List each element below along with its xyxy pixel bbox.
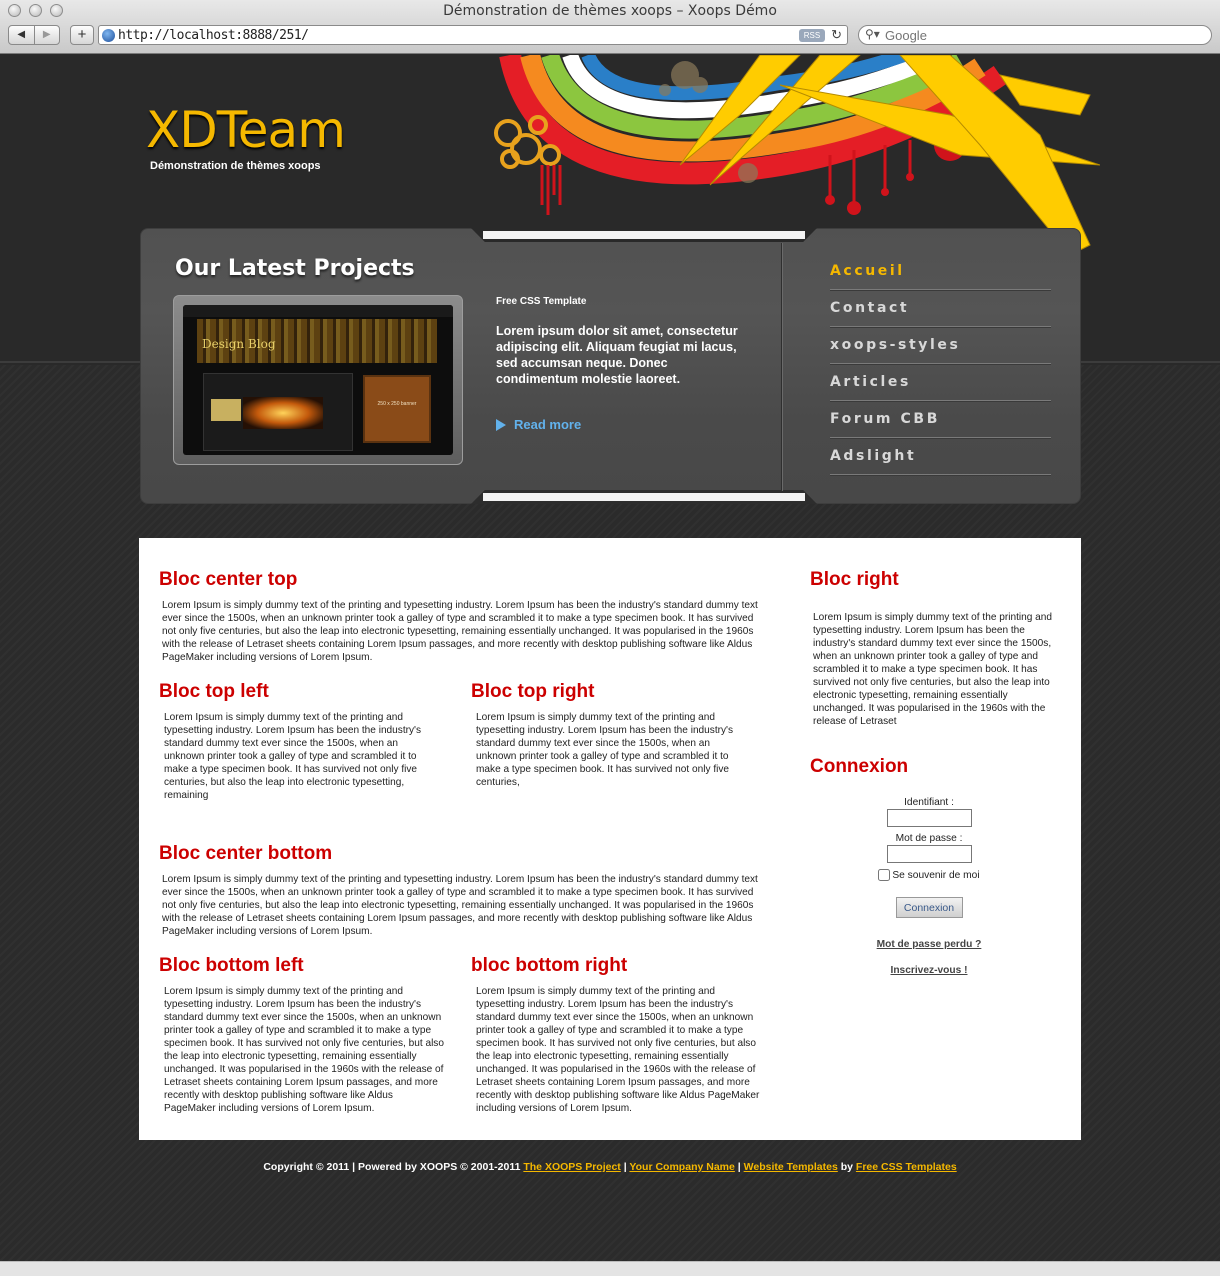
featured-title: Our Latest Projects [175, 256, 415, 281]
username-field[interactable] [886, 809, 972, 827]
thumbnail-caption: Design Blog [202, 337, 276, 351]
featured-kicker: Free CSS Template [496, 296, 587, 307]
block-title: Bloc center top [159, 569, 298, 590]
add-bookmark-button[interactable]: + [70, 25, 94, 45]
thumbnail-banner-label: 250 x 250 banner [377, 401, 417, 407]
block-text: Lorem Ipsum is simply dummy text of the … [476, 712, 734, 788]
block-text: Lorem Ipsum is simply dummy text of the … [162, 600, 758, 663]
read-more-link[interactable]: Read more [496, 417, 581, 432]
password-label: Mot de passe : [895, 833, 963, 844]
menu-item-accueil[interactable]: Accueil [830, 253, 1051, 291]
remember-me[interactable]: Se souvenir de moi [839, 869, 1019, 881]
block-text: Lorem Ipsum is simply dummy text of the … [164, 712, 422, 801]
site-logo[interactable]: XDTeam [146, 101, 346, 159]
search-input[interactable] [885, 27, 1185, 43]
footer-link-xoops-project[interactable]: The XOOPS Project [523, 1161, 620, 1173]
remember-me-label: Se souvenir de moi [892, 870, 980, 881]
block-title: bloc bottom right [471, 955, 628, 976]
main-content: Bloc center top Lorem Ipsum is simply du… [139, 538, 1081, 1140]
menu-link[interactable]: Articles [830, 364, 1051, 390]
browser-toolbar: ◀ ▶ + http://localhost:8888/251/ RSS ↻ ⚲… [0, 23, 1220, 53]
globe-icon [102, 29, 115, 42]
featured-divider [781, 243, 782, 491]
block-title: Bloc top right [471, 681, 595, 702]
address-bar[interactable]: http://localhost:8888/251/ RSS ↻ [98, 25, 848, 45]
search-bar[interactable]: ⚲▾ [858, 25, 1212, 45]
menu-item-articles[interactable]: Articles [830, 364, 1051, 402]
menu-item-xoops-styles[interactable]: xoops-styles [830, 327, 1051, 365]
footer-copyright: Copyright © 2011 | Powered by XOOPS © 20… [263, 1161, 521, 1173]
rss-button[interactable]: RSS [799, 29, 825, 42]
block-text: Lorem Ipsum is simply dummy text of the … [164, 986, 444, 1114]
project-thumbnail-frame[interactable]: Design Blog 250 x 250 banner [173, 295, 463, 465]
featured-box: Our Latest Projects Design Blog 250 x 25… [140, 228, 1081, 504]
featured-notch-bottom [471, 490, 817, 504]
thumbnail-mini-image [211, 399, 241, 421]
login-button[interactable]: Connexion [895, 897, 963, 918]
site-slogan: Démonstration de thèmes xoops [150, 160, 321, 172]
footer-separator: | [623, 1161, 627, 1173]
menu-link[interactable]: Forum CBB [830, 401, 1051, 427]
play-arrow-icon [496, 419, 506, 431]
thumbnail-image [243, 397, 323, 429]
featured-text: Lorem ipsum dolor sit amet, consectetur … [496, 324, 738, 386]
password-field[interactable] [886, 845, 972, 863]
horizontal-scrollbar[interactable] [0, 1261, 1220, 1276]
forward-button[interactable]: ▶ [33, 26, 60, 44]
browser-chrome: Démonstration de thèmes xoops – Xoops Dé… [0, 0, 1220, 54]
footer-link-free-css[interactable]: Free CSS Templates [856, 1161, 957, 1173]
project-thumbnail[interactable]: Design Blog 250 x 250 banner [183, 305, 453, 455]
footer-separator: | [737, 1161, 741, 1173]
menu-link[interactable]: xoops-styles [830, 327, 1051, 353]
menu-link[interactable]: Adslight [830, 438, 1051, 464]
read-more-label: Read more [514, 417, 582, 432]
block-title: Bloc center bottom [159, 843, 333, 864]
url-text[interactable]: http://localhost:8888/251/ [118, 28, 309, 43]
block-text: Lorem Ipsum is simply dummy text of the … [813, 612, 1052, 727]
block-text: Lorem Ipsum is simply dummy text of the … [476, 986, 760, 1114]
menu-item-forum-cbb[interactable]: Forum CBB [830, 401, 1051, 439]
footer: Copyright © 2011 | Powered by XOOPS © 20… [0, 1161, 1220, 1173]
menu-link[interactable]: Contact [830, 290, 1051, 316]
block-title: Bloc bottom left [159, 955, 304, 976]
block-title: Bloc right [810, 569, 899, 590]
register-link[interactable]: Inscrivez-vous ! [839, 965, 1019, 976]
main-menu: Accueil Contact xoops-styles Articles Fo… [830, 253, 1051, 476]
window-titlebar: Démonstration de thèmes xoops – Xoops Dé… [0, 0, 1220, 22]
nav-buttons: ◀ ▶ [8, 25, 60, 45]
block-text: Lorem Ipsum is simply dummy text of the … [162, 874, 758, 937]
search-icon: ⚲▾ [865, 27, 880, 41]
menu-item-contact[interactable]: Contact [830, 290, 1051, 328]
reload-icon[interactable]: ↻ [831, 27, 842, 43]
thumbnail-nav [183, 305, 453, 317]
back-button[interactable]: ◀ [9, 26, 34, 44]
footer-link-website-templates[interactable]: Website Templates [744, 1161, 838, 1173]
login-form: Identifiant : Mot de passe : Se souvenir… [839, 797, 1019, 976]
footer-by: by [840, 1161, 853, 1173]
menu-item-adslight[interactable]: Adslight [830, 438, 1051, 476]
thumbnail-banner: 250 x 250 banner [363, 375, 431, 443]
menu-link[interactable]: Accueil [830, 253, 1051, 279]
username-label: Identifiant : [904, 797, 954, 808]
footer-link-company[interactable]: Your Company Name [629, 1161, 734, 1173]
block-title: Bloc top left [159, 681, 269, 702]
remember-me-checkbox[interactable] [878, 869, 891, 881]
page: XDTeam Démonstration de thèmes xoops Our… [0, 55, 1220, 1261]
featured-notch-top [471, 228, 817, 242]
login-title: Connexion [810, 756, 909, 777]
lost-password-link[interactable]: Mot de passe perdu ? [839, 939, 1019, 950]
window-title: Démonstration de thèmes xoops – Xoops Dé… [443, 3, 777, 19]
